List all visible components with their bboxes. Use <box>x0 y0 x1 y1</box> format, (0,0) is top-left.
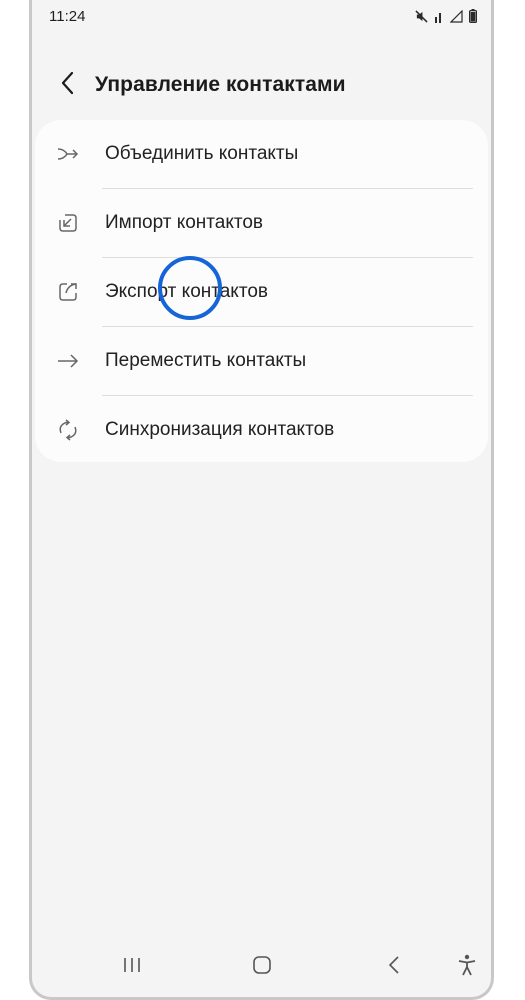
header: Управление контактами <box>32 60 491 110</box>
status-time: 11:24 <box>49 8 86 25</box>
signal-icon <box>449 9 463 28</box>
import-icon <box>56 211 80 235</box>
back-icon <box>387 955 401 980</box>
mute-icon <box>415 9 428 28</box>
status-bar: 11:24 <box>32 0 491 34</box>
menu-item-label: Объединить контакты <box>105 143 299 164</box>
menu-item-sync-contacts[interactable]: Синхронизация контактов <box>35 396 488 465</box>
nav-back-button[interactable] <box>374 952 414 982</box>
wifi-calling-icon <box>434 10 444 28</box>
menu-item-label: Синхронизация контактов <box>105 419 335 440</box>
recent-apps-icon <box>122 956 142 979</box>
menu-item-export-contacts[interactable]: Экспорт контактов <box>35 258 488 327</box>
home-icon <box>252 955 272 980</box>
menu-item-label: Импорт контактов <box>105 212 264 233</box>
menu-card: Объединить контакты Импорт контактов Экс… <box>35 120 488 462</box>
navigation-bar <box>32 942 491 997</box>
export-icon <box>56 280 80 304</box>
back-button[interactable] <box>54 70 82 100</box>
menu-item-merge-contacts[interactable]: Объединить контакты <box>35 120 488 189</box>
menu-item-move-contacts[interactable]: Переместить контакты <box>35 327 488 396</box>
move-arrow-icon <box>56 349 80 373</box>
page-title: Управление контактами <box>95 73 346 96</box>
battery-icon <box>469 9 478 28</box>
tap-highlight-circle <box>158 256 222 320</box>
menu-item-import-contacts[interactable]: Импорт контактов <box>35 189 488 258</box>
phone-frame: 11:24 Управление контактами Объединить к… <box>29 0 494 1000</box>
menu-item-label: Переместить контакты <box>105 350 307 371</box>
accessibility-button[interactable] <box>447 952 487 982</box>
chevron-left-icon <box>61 71 75 100</box>
recent-apps-button[interactable] <box>112 952 152 982</box>
merge-icon <box>56 142 80 166</box>
home-button[interactable] <box>242 952 282 982</box>
accessibility-icon <box>458 954 476 981</box>
sync-icon <box>56 418 80 442</box>
status-icons <box>415 9 478 28</box>
